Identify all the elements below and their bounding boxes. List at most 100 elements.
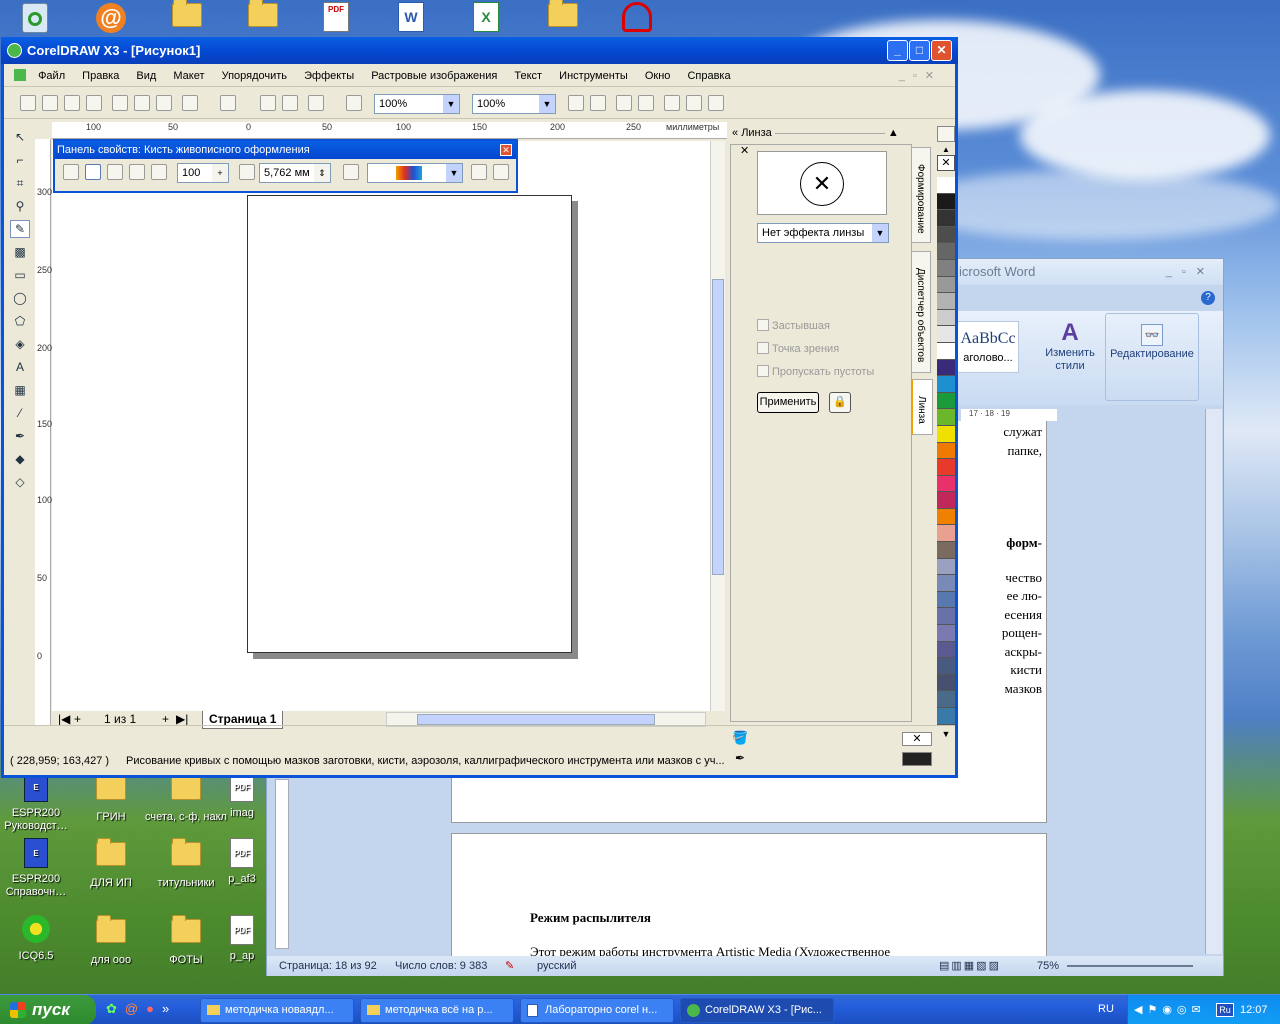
- lock-icon[interactable]: 🔒: [829, 392, 851, 413]
- eyedropper-icon[interactable]: ⁄: [10, 404, 30, 422]
- zoom-out-icon[interactable]: [590, 95, 606, 111]
- corel-online-icon[interactable]: [346, 95, 362, 111]
- menu-view[interactable]: Вид: [136, 70, 156, 82]
- pdf-icon[interactable]: PDF: [323, 2, 349, 32]
- color-swatch[interactable]: [937, 309, 955, 327]
- desktop-icon[interactable]: PDF imag: [212, 772, 272, 820]
- basic-shapes-icon[interactable]: ◈: [10, 335, 30, 353]
- zoom-slider[interactable]: [1067, 965, 1193, 967]
- color-swatch[interactable]: [937, 658, 955, 675]
- word-language-status[interactable]: русский: [537, 956, 576, 976]
- color-swatch[interactable]: [937, 492, 955, 509]
- word-page-status[interactable]: Страница: 18 из 92: [279, 956, 377, 976]
- fill-tool-icon[interactable]: ◆: [10, 450, 30, 468]
- open-icon[interactable]: [42, 95, 58, 111]
- artistic-media-tool-icon[interactable]: ✎: [10, 220, 30, 238]
- color-swatch[interactable]: [937, 475, 955, 493]
- folder-icon[interactable]: [172, 0, 202, 27]
- fill-indicator-icon[interactable]: 🪣: [732, 730, 748, 746]
- vscroll-thumb[interactable]: [712, 279, 724, 575]
- zoom-tool-icon[interactable]: ⚲: [10, 197, 30, 215]
- color-swatch[interactable]: [937, 259, 955, 277]
- keyboard-layout-icon[interactable]: Ru: [1216, 1003, 1234, 1017]
- remove-face-checkbox[interactable]: Пропускать пустоты: [757, 365, 874, 378]
- zoom-combo-1[interactable]: 100% ▼: [374, 94, 460, 114]
- property-bar-title[interactable]: Панель свойств: Кисть живописного оформл…: [55, 141, 516, 159]
- width-input[interactable]: 5,762 мм ⇕: [259, 163, 331, 183]
- color-swatch[interactable]: [937, 276, 955, 294]
- browse-icon[interactable]: [343, 164, 359, 180]
- color-swatch[interactable]: [937, 708, 955, 725]
- color-swatch[interactable]: [937, 326, 955, 343]
- apply-button[interactable]: Применить: [757, 392, 819, 413]
- color-swatch[interactable]: [937, 392, 955, 410]
- menu-layout[interactable]: Макет: [173, 70, 204, 82]
- doc-icon[interactable]: [14, 69, 26, 81]
- frozen-checkbox[interactable]: Застывшая: [757, 319, 874, 332]
- preset-mode-icon[interactable]: [63, 164, 79, 180]
- color-swatch[interactable]: [937, 575, 955, 592]
- desktop-icon[interactable]: PDF p_af3: [212, 838, 272, 886]
- delete-stroke-icon[interactable]: [493, 164, 509, 180]
- app-launcher-icon[interactable]: [308, 95, 324, 111]
- color-swatch[interactable]: [937, 376, 955, 393]
- task-button[interactable]: методичка новаядл...: [200, 998, 354, 1023]
- desktop-icon[interactable]: PDF p_ap: [212, 915, 272, 963]
- docker-tab-lens[interactable]: Линза: [911, 379, 933, 435]
- agent-quick-icon[interactable]: ●: [146, 1001, 162, 1016]
- color-swatch[interactable]: [937, 608, 955, 626]
- export-icon[interactable]: [282, 95, 298, 111]
- rectangle-tool-icon[interactable]: ▭: [10, 266, 30, 284]
- spellcheck-icon[interactable]: ✎: [505, 956, 514, 976]
- ellipse-tool-icon[interactable]: ◯: [10, 289, 30, 307]
- minimize-button[interactable]: _: [887, 40, 908, 61]
- corel-titlebar[interactable]: CorelDRAW X3 - [Рисунок1] _ □ ✕: [1, 37, 958, 64]
- pressure-mode-icon[interactable]: [151, 164, 167, 180]
- color-swatch[interactable]: [937, 177, 955, 194]
- redo-icon[interactable]: [220, 95, 236, 111]
- interactive-blend-icon[interactable]: ▦: [10, 381, 30, 399]
- mail-quick-icon[interactable]: @: [125, 1001, 146, 1016]
- color-swatch[interactable]: [937, 409, 955, 426]
- menu-window[interactable]: Окно: [645, 70, 671, 82]
- menu-tools[interactable]: Инструменты: [559, 70, 628, 82]
- recycle-bin-icon[interactable]: [22, 3, 48, 33]
- word-window-controls[interactable]: _▫✕: [1166, 265, 1215, 278]
- word-doc-icon[interactable]: W: [398, 2, 424, 32]
- zoom-combo-2[interactable]: 100% ▼: [472, 94, 556, 114]
- task-button[interactable]: методичка всё на р...: [360, 998, 514, 1023]
- crop-tool-icon[interactable]: ⌗: [10, 174, 30, 192]
- polygon-tool-icon[interactable]: ⬠: [10, 312, 30, 330]
- outline-swatch[interactable]: [902, 752, 932, 766]
- sprayer-mode-icon[interactable]: [107, 164, 123, 180]
- color-swatch[interactable]: [937, 243, 955, 260]
- zoom-height-icon[interactable]: [708, 95, 724, 111]
- color-swatch[interactable]: [937, 558, 955, 576]
- color-swatch[interactable]: [937, 625, 955, 642]
- viewpoint-checkbox[interactable]: Точка зрения: [757, 342, 874, 355]
- zoom-width-icon[interactable]: [686, 95, 702, 111]
- media-icon[interactable]: [622, 2, 652, 32]
- outline-tool-icon[interactable]: ✒: [10, 427, 30, 445]
- save-stroke-icon[interactable]: [471, 164, 487, 180]
- smart-fill-icon[interactable]: ▩: [10, 243, 30, 261]
- word-vscroll[interactable]: [1205, 409, 1222, 954]
- color-swatch[interactable]: [937, 210, 955, 227]
- color-swatch[interactable]: [937, 508, 955, 526]
- language-indicator[interactable]: RU: [1098, 1003, 1114, 1015]
- close-button[interactable]: ✕: [931, 40, 952, 61]
- lens-type-select[interactable]: Нет эффекта линзы ▼: [757, 223, 889, 243]
- color-swatch[interactable]: [937, 542, 955, 559]
- color-swatch[interactable]: [937, 425, 955, 443]
- start-button[interactable]: пуск: [0, 995, 96, 1024]
- interactive-fill-icon[interactable]: ◇: [10, 473, 30, 491]
- palette-scroll-up[interactable]: ▲: [937, 145, 955, 155]
- editing-button[interactable]: 👓 Редактирование: [1105, 313, 1199, 401]
- brush-mode-icon[interactable]: [85, 164, 101, 180]
- icq-quick-icon[interactable]: ✿: [106, 1001, 125, 1016]
- palette-menu-icon[interactable]: [937, 126, 955, 142]
- zoom-selected-icon[interactable]: [616, 95, 632, 111]
- menu-text[interactable]: Текст: [514, 70, 542, 82]
- property-bar-close-icon[interactable]: ✕: [500, 144, 512, 156]
- copy-icon[interactable]: [134, 95, 150, 111]
